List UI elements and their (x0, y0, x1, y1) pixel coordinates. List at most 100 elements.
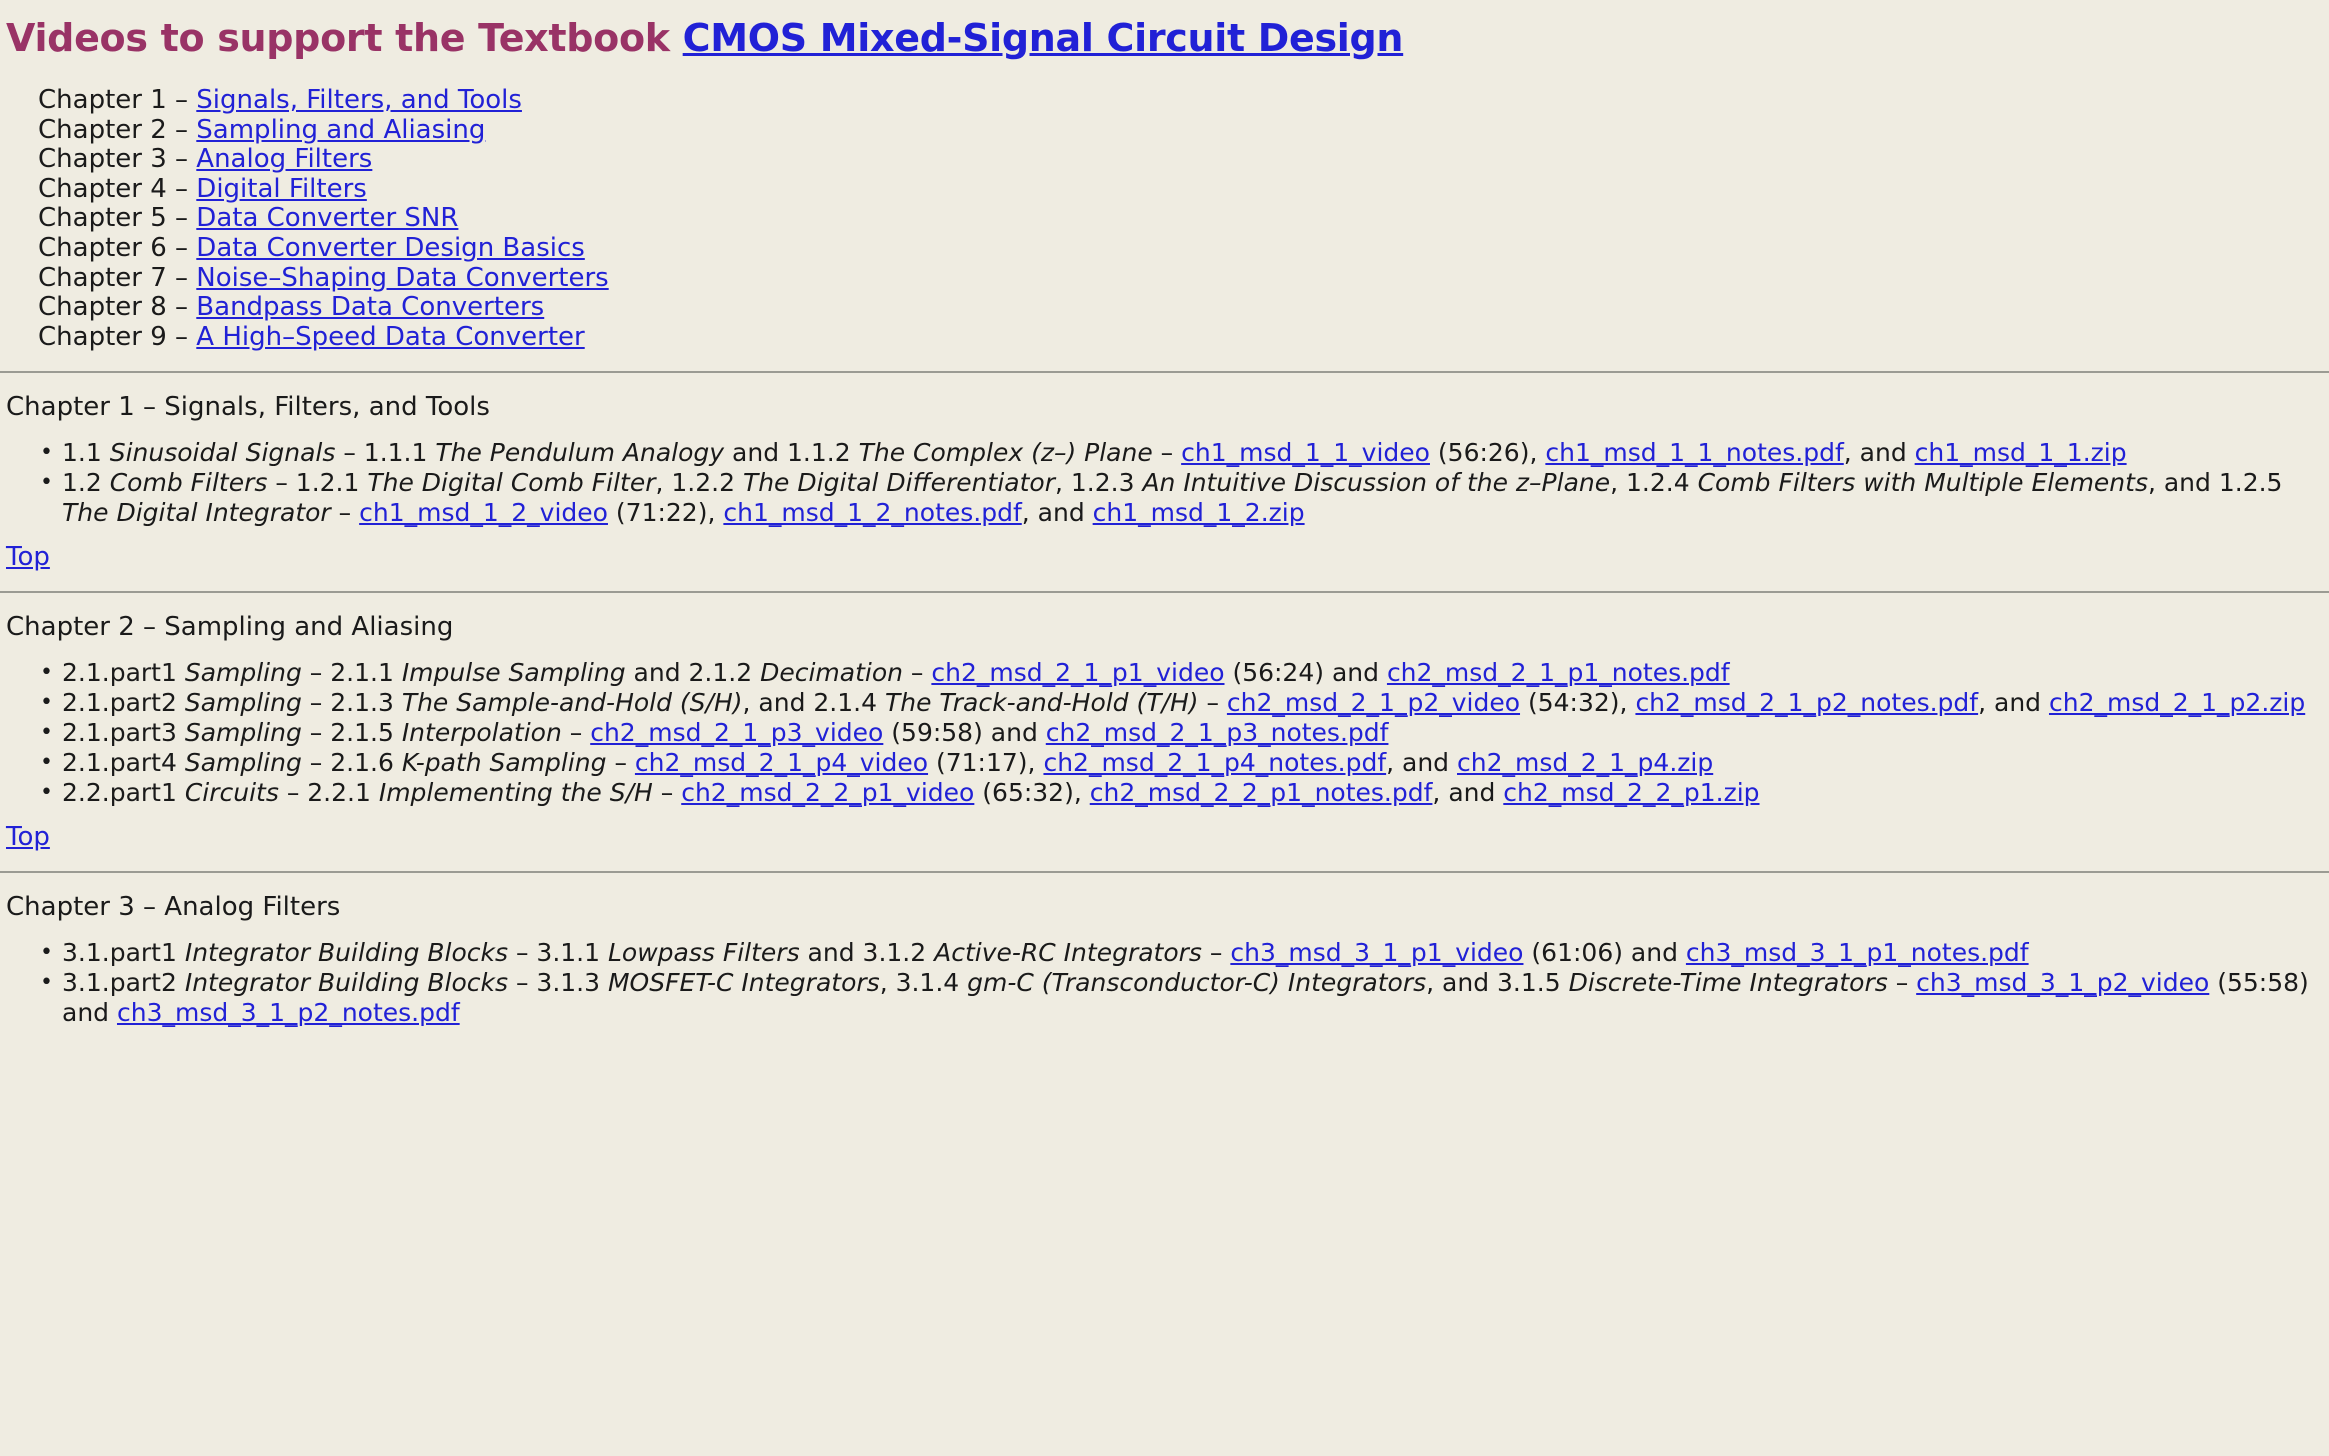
resource-link[interactable]: ch2_msd_2_1_p1_video (931, 658, 1224, 687)
chapter-index-link[interactable]: Data Converter Design Basics (196, 233, 585, 263)
resource-link[interactable]: ch2_msd_2_1_p2_notes.pdf (1635, 688, 1978, 717)
section-title-text: Lowpass Filters (607, 938, 800, 968)
chapter-index-link[interactable]: Data Converter SNR (196, 203, 458, 234)
item-text: – (330, 498, 360, 528)
resource-link[interactable]: ch1_msd_1_2_notes.pdf (723, 498, 1021, 527)
item-text: – (902, 658, 932, 688)
section-title-text: Sampling (184, 718, 302, 748)
item-text: – 2.1.6 (301, 748, 402, 778)
item-text: – 3.1.3 (508, 968, 608, 998)
resource-link[interactable]: ch2_msd_2_1_p1_notes.pdf (1387, 658, 1730, 687)
section-heading: Chapter 3 – Analog Filters (6, 892, 341, 923)
section-title-text: Sampling (184, 748, 302, 778)
item-text: – (652, 778, 682, 808)
item-text: – (1201, 938, 1231, 968)
section-title-text: An Intuitive Discussion of the z–Plane (1142, 468, 1611, 498)
chapter-index-link[interactable]: Signals, Filters, and Tools (196, 85, 522, 115)
chapter-index-link[interactable]: Sampling and Aliasing (196, 115, 485, 145)
chapter-index-link[interactable]: Bandpass Data Converters (196, 292, 544, 322)
chapter-index-list: Chapter 1 – Signals, Filters, and Tools C… (0, 85, 2329, 353)
section-title-text: gm-C (Transconductor-C) Integrators (967, 968, 1427, 998)
item-text: 2.1.part3 (62, 718, 185, 748)
item-text: – 2.2.1 (278, 778, 379, 808)
resource-link[interactable]: ch2_msd_2_1_p4.zip (1457, 748, 1713, 777)
resource-link[interactable]: ch3_msd_3_1_p1_video (1230, 938, 1523, 967)
textbook-link[interactable]: CMOS Mixed-Signal Circuit Design (683, 16, 1404, 60)
resource-link[interactable]: ch2_msd_2_1_p4_video (635, 748, 928, 777)
resource-link[interactable]: ch2_msd_2_2_p1.zip (1503, 778, 1759, 807)
resource-link[interactable]: ch1_msd_1_1.zip (1915, 438, 2127, 467)
chapter-index-link[interactable]: Digital Filters (196, 174, 367, 204)
chapter-index-link[interactable]: A High–Speed Data Converter (196, 322, 584, 352)
item-text: and 2.1.2 (625, 658, 761, 688)
page-root: Videos to support the Textbook CMOS Mixe… (0, 0, 2329, 1456)
list-item: 3.1.part2 Integrator Building Blocks – 3… (40, 968, 2329, 1028)
chapter-index-item: Chapter 9 – A High–Speed Data Converter (38, 322, 2329, 353)
item-text: – 1.1.1 (335, 438, 436, 468)
item-text: (61:06) and (1523, 938, 1686, 968)
resource-link[interactable]: ch2_msd_2_1_p2.zip (2049, 688, 2305, 717)
chapter-index-item: Chapter 1 – Signals, Filters, and Tools (38, 85, 2329, 116)
item-text: (71:17), (928, 748, 1044, 778)
resource-link[interactable]: ch1_msd_1_1_video (1181, 438, 1430, 467)
section-title-text: The Complex (z–) Plane (858, 438, 1153, 468)
resource-link[interactable]: ch2_msd_2_2_p1_notes.pdf (1090, 778, 1433, 807)
section-title-text: The Digital Differentiator (742, 468, 1055, 498)
resource-link[interactable]: ch3_msd_3_1_p2_video (1916, 968, 2209, 997)
item-text: – 1.2.1 (267, 468, 368, 498)
section-divider (0, 371, 2329, 374)
section-title-text: Impulse Sampling (401, 658, 626, 688)
section-divider (0, 591, 2329, 594)
list-item: 2.2.part1 Circuits – 2.2.1 Implementing … (40, 778, 2329, 808)
item-text: , and (1978, 688, 2049, 718)
item-text: , and (1843, 438, 1915, 468)
item-text: and 3.1.2 (799, 938, 935, 968)
resource-link[interactable]: ch2_msd_2_1_p3_notes.pdf (1046, 718, 1389, 747)
section-title-text: Discrete-Time Integrators (1568, 968, 1888, 998)
item-text: (54:32), (1520, 688, 1636, 718)
section-title-text: Comb Filters with Multiple Elements (1697, 468, 2148, 498)
list-item: 2.1.part2 Sampling – 2.1.3 The Sample-an… (40, 688, 2329, 718)
top-link[interactable]: Top (6, 542, 50, 572)
item-text: – (1887, 968, 1917, 998)
section-divider (0, 871, 2329, 874)
section-heading: Chapter 1 – Signals, Filters, and Tools (6, 392, 490, 423)
resource-link[interactable]: ch2_msd_2_1_p4_notes.pdf (1043, 748, 1386, 777)
section-title-text: Sampling (184, 688, 302, 718)
chapter-index-link[interactable]: Analog Filters (196, 144, 372, 174)
item-text: , 3.1.4 (879, 968, 968, 998)
item-text: – 3.1.1 (508, 938, 608, 968)
item-text: , 1.2.3 (1054, 468, 1143, 498)
list-item: 2.1.part4 Sampling – 2.1.6 K-path Sampli… (40, 748, 2329, 778)
resource-link[interactable]: ch3_msd_3_1_p1_notes.pdf (1686, 938, 2029, 967)
item-text: (59:58) and (883, 718, 1046, 748)
top-link-row: Top (6, 542, 2329, 572)
section-title-text: Sampling (184, 658, 302, 688)
section-title-text: The Digital Comb Filter (367, 468, 656, 498)
page-title: Videos to support the Textbook CMOS Mixe… (6, 16, 2329, 60)
section-title-text: The Sample-and-Hold (S/H) (401, 688, 743, 718)
item-text: , 1.2.4 (1610, 468, 1698, 498)
item-text: – (1152, 438, 1182, 468)
list-item: 2.1.part3 Sampling – 2.1.5 Interpolation… (40, 718, 2329, 748)
item-text: 2.2.part1 (62, 778, 185, 808)
item-text: , 1.2.2 (655, 468, 743, 498)
chapter-index-label: Chapter 6 – (38, 232, 197, 263)
chapter-index-label: Chapter 7 – (38, 262, 197, 293)
item-text: – 2.1.1 (301, 658, 402, 688)
resource-link[interactable]: ch2_msd_2_1_p2_video (1227, 688, 1520, 717)
item-text: , and (1432, 778, 1504, 808)
item-text: – (1198, 688, 1227, 718)
resource-link[interactable]: ch1_msd_1_2.zip (1093, 498, 1305, 527)
top-link[interactable]: Top (6, 822, 50, 852)
resource-link[interactable]: ch1_msd_1_2_video (359, 498, 608, 527)
chapter-index-label: Chapter 3 – (38, 144, 197, 175)
resource-link[interactable]: ch2_msd_2_2_p1_video (681, 778, 974, 807)
item-text: , and (1386, 748, 1457, 778)
resource-link[interactable]: ch2_msd_2_1_p3_video (590, 718, 883, 747)
chapter-index-link[interactable]: Noise–Shaping Data Converters (196, 263, 608, 293)
section-item-list: 1.1 Sinusoidal Signals – 1.1.1 The Pendu… (0, 438, 2329, 528)
resource-link[interactable]: ch1_msd_1_1_notes.pdf (1545, 438, 1843, 467)
item-text: – 2.1.3 (301, 688, 402, 718)
resource-link[interactable]: ch3_msd_3_1_p2_notes.pdf (117, 998, 460, 1027)
